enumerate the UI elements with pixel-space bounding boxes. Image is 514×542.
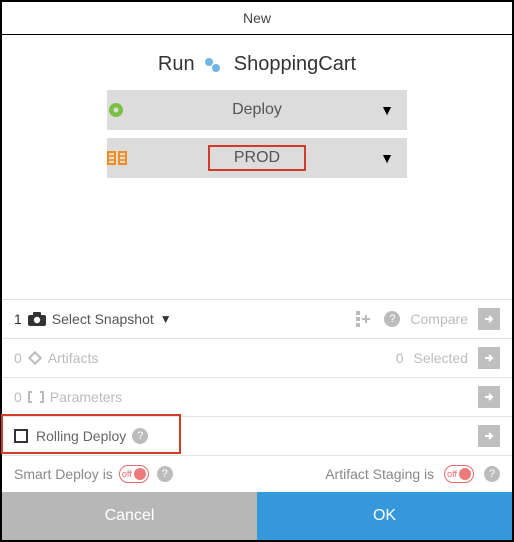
snapshot-label: Select Snapshot: [52, 311, 154, 327]
app-name: ShoppingCart: [234, 53, 356, 75]
action-dropdown[interactable]: Deploy ▼: [107, 90, 407, 130]
environment-icon: [107, 150, 147, 166]
artifacts-selected-count: 0: [396, 350, 404, 366]
chevron-down-icon: ▼: [160, 312, 172, 326]
compare-link[interactable]: Compare: [410, 311, 468, 327]
parameters-count: 0: [14, 389, 22, 405]
dialog-title: New: [2, 2, 512, 35]
artifacts-row[interactable]: 0 Artifacts 0 Selected: [2, 339, 512, 378]
rolling-deploy-checkbox[interactable]: [14, 429, 28, 443]
arrow-right-icon[interactable]: [478, 425, 500, 447]
artifact-staging-label: Artifact Staging is: [325, 466, 434, 482]
toggle-knob: [134, 468, 146, 480]
environment-highlight: PROD: [208, 145, 306, 171]
dialog-header: Run ShoppingCart: [2, 35, 512, 90]
snapshot-row[interactable]: 1 Select Snapshot ▼: [2, 300, 512, 339]
action-label: Deploy: [147, 101, 367, 119]
artifact-staging-toggle[interactable]: off: [444, 465, 474, 483]
help-icon[interactable]: ?: [157, 466, 173, 482]
run-label: Run: [158, 53, 195, 75]
rolling-deploy-row[interactable]: Rolling Deploy ?: [2, 417, 512, 456]
toggle-knob: [459, 468, 471, 480]
artifacts-selected-label: Selected: [414, 350, 468, 366]
arrow-right-icon[interactable]: [478, 308, 500, 330]
diamond-icon: [28, 351, 42, 365]
chevron-down-icon: ▼: [367, 102, 407, 118]
pipeline-icon: [204, 57, 224, 73]
gear-icon: [107, 101, 147, 119]
help-icon[interactable]: ?: [384, 311, 400, 327]
add-snapshot-icon[interactable]: [356, 311, 374, 327]
artifacts-count: 0: [14, 350, 22, 366]
dialog-footer: Cancel OK: [2, 492, 512, 540]
dialog-window: New Run ShoppingCart Deploy ▼: [0, 0, 514, 542]
camera-icon: [28, 312, 46, 326]
toggles-row: Smart Deploy is off ? Artifact Staging i…: [2, 456, 512, 492]
arrow-right-icon[interactable]: [478, 347, 500, 369]
snapshot-count: 1: [14, 311, 22, 327]
parameters-label: Parameters: [50, 389, 122, 405]
arrow-right-icon[interactable]: [478, 386, 500, 408]
artifacts-label: Artifacts: [48, 350, 99, 366]
options-list: 1 Select Snapshot ▼: [2, 299, 512, 492]
parameters-row[interactable]: 0 Parameters: [2, 378, 512, 417]
chevron-down-icon: ▼: [367, 150, 407, 166]
cancel-button[interactable]: Cancel: [2, 492, 257, 540]
ok-button[interactable]: OK: [257, 492, 512, 540]
brackets-icon: [28, 391, 44, 403]
rolling-deploy-label: Rolling Deploy: [36, 428, 126, 444]
help-icon[interactable]: ?: [132, 428, 148, 444]
smart-deploy-label: Smart Deploy is: [14, 466, 113, 482]
smart-deploy-toggle[interactable]: off: [119, 465, 149, 483]
environment-label: PROD: [147, 145, 367, 171]
help-icon[interactable]: ?: [484, 466, 500, 482]
environment-dropdown[interactable]: PROD ▼: [107, 138, 407, 178]
